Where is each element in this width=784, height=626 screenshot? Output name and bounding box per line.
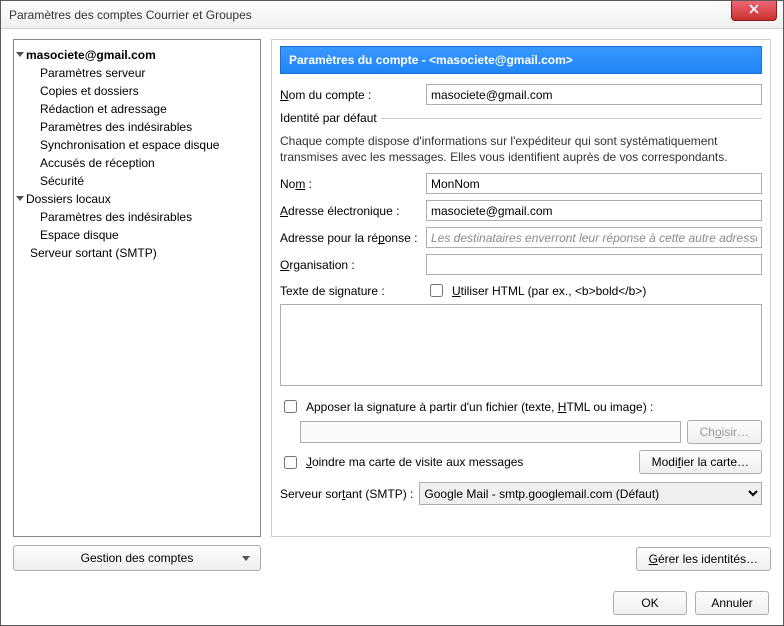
signature-textarea[interactable] xyxy=(280,304,762,386)
email-input[interactable] xyxy=(426,200,762,221)
smtp-select[interactable]: Google Mail - smtp.googlemail.com (Défau… xyxy=(419,482,762,505)
account-tree[interactable]: masociete@gmail.com Paramètres serveur C… xyxy=(13,39,261,537)
signature-file-checkbox[interactable] xyxy=(284,400,297,413)
close-icon xyxy=(749,4,759,14)
manage-accounts-button[interactable]: Gestion des comptes xyxy=(13,545,261,571)
email-label: Adresse électronique : xyxy=(280,204,420,218)
right-column: Paramètres du compte - <masociete@gmail.… xyxy=(271,39,771,571)
account-name-label: Nom du compte : xyxy=(280,88,420,102)
dropdown-icon xyxy=(242,556,250,562)
window-title: Paramètres des comptes Courrier et Group… xyxy=(9,8,252,22)
tree-item-security[interactable]: Sécurité xyxy=(16,172,258,190)
account-name-input[interactable] xyxy=(426,84,762,105)
left-column: masociete@gmail.com Paramètres serveur C… xyxy=(13,39,261,571)
identity-fieldset: Identité par défaut Chaque compte dispos… xyxy=(280,111,762,505)
tree-item-receipts[interactable]: Accusés de réception xyxy=(16,154,258,172)
reply-label: Adresse pour la réponse : xyxy=(280,231,420,245)
tree-item-junk[interactable]: Paramètres des indésirables xyxy=(16,118,258,136)
org-label: Organisation : xyxy=(280,258,420,272)
cancel-button[interactable]: Annuler xyxy=(695,591,769,615)
reply-input[interactable] xyxy=(426,227,762,248)
tree-local-folders[interactable]: Dossiers locaux xyxy=(16,190,258,208)
tree-item-local-disk[interactable]: Espace disque xyxy=(16,226,258,244)
signature-file-label: Apposer la signature à partir d'un fichi… xyxy=(306,400,653,414)
smtp-label: Serveur sortant (SMTP) : xyxy=(280,487,413,501)
tree-smtp[interactable]: Serveur sortant (SMTP) xyxy=(16,244,258,262)
name-label: Nom : xyxy=(280,177,420,191)
identity-desc: Chaque compte dispose d'informations sur… xyxy=(280,133,762,165)
tree-item-sync[interactable]: Synchronisation et espace disque xyxy=(16,136,258,154)
name-input[interactable] xyxy=(426,173,762,194)
signature-label: Texte de signature : xyxy=(280,284,420,298)
ok-button[interactable]: OK xyxy=(613,591,687,615)
org-input[interactable] xyxy=(426,254,762,275)
account-name-row: Nom du compte : xyxy=(280,84,762,105)
use-html-checkbox[interactable] xyxy=(430,284,443,297)
manage-identities-button[interactable]: Gérer les identités… xyxy=(636,547,771,571)
vcard-checkbox[interactable] xyxy=(284,456,297,469)
caret-down-icon xyxy=(16,50,24,58)
signature-label-row: Texte de signature : Utiliser HTML (par … xyxy=(280,281,762,300)
caret-down-icon xyxy=(16,194,24,202)
vcard-label: Joindre ma carte de visite aux messages xyxy=(306,455,523,469)
panel-header: Paramètres du compte - <masociete@gmail.… xyxy=(280,46,762,74)
choose-file-button[interactable]: Choisir… xyxy=(687,420,762,444)
tree-item-compose[interactable]: Rédaction et adressage xyxy=(16,100,258,118)
tree-item-local-junk[interactable]: Paramètres des indésirables xyxy=(16,208,258,226)
tree-item-server[interactable]: Paramètres serveur xyxy=(16,64,258,82)
tree-item-copies[interactable]: Copies et dossiers xyxy=(16,82,258,100)
signature-file-path xyxy=(300,421,681,443)
dialog-body: masociete@gmail.com Paramètres serveur C… xyxy=(1,29,783,581)
dialog-footer: OK Annuler xyxy=(1,581,783,625)
edit-vcard-button[interactable]: Modifier la carte… xyxy=(639,450,762,474)
use-html-label: Utiliser HTML (par ex., <b>bold</b>) xyxy=(452,284,646,298)
identity-legend: Identité par défaut xyxy=(280,111,381,125)
tree-account-root[interactable]: masociete@gmail.com xyxy=(16,46,258,64)
account-settings-window: Paramètres des comptes Courrier et Group… xyxy=(0,0,784,626)
titlebar: Paramètres des comptes Courrier et Group… xyxy=(1,1,783,29)
settings-panel: Paramètres du compte - <masociete@gmail.… xyxy=(271,39,771,537)
close-button[interactable] xyxy=(731,1,777,21)
